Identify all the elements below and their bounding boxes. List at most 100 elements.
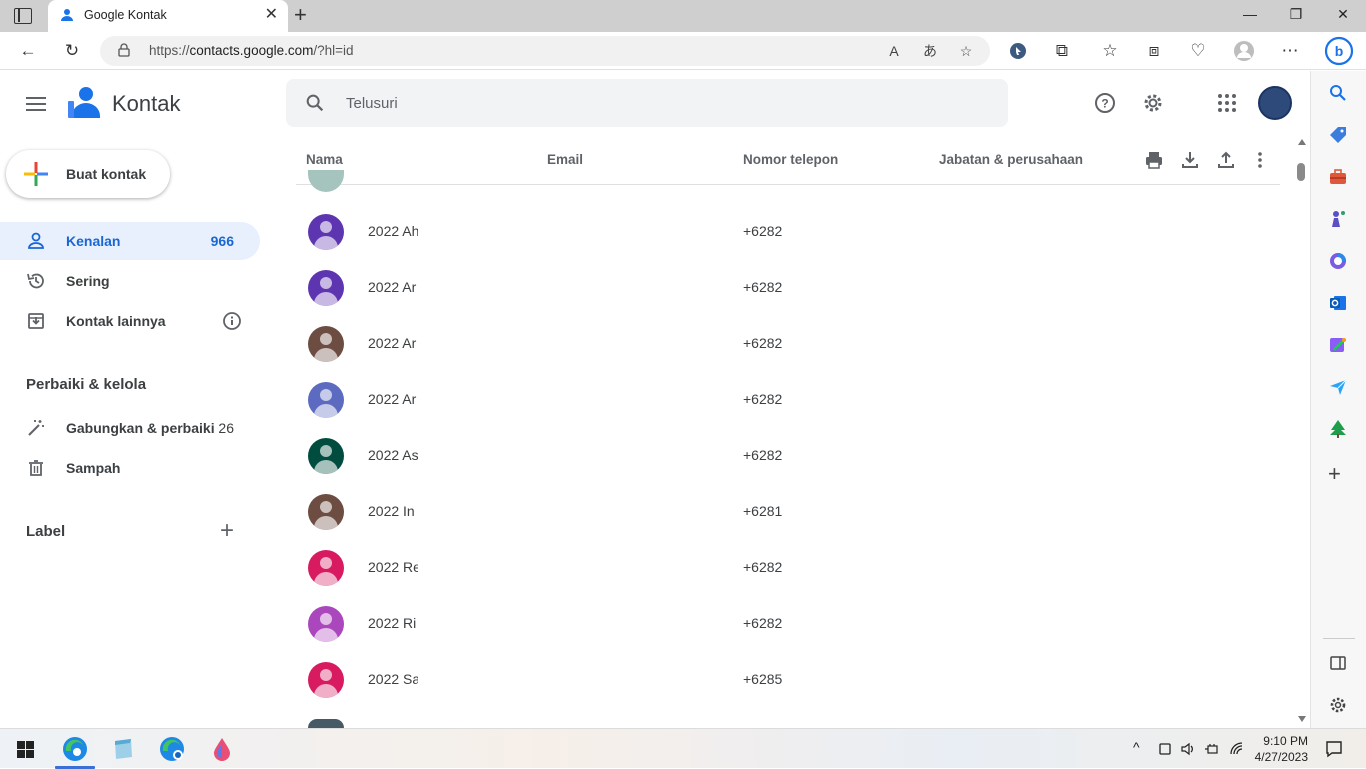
create-contact-button[interactable]: Buat kontak [6,150,170,198]
collections-icon[interactable]: ⧈ [1142,39,1166,63]
archive-icon [28,313,44,329]
sidebar-settings-icon[interactable] [1328,695,1348,715]
tray-overflow-icon[interactable]: ^ [1133,739,1140,755]
edge-browser-icon[interactable] [61,735,89,763]
hide-sidebar-icon[interactable] [1328,653,1348,673]
add-sidebar-app-icon[interactable]: + [1328,461,1341,487]
import-upload-icon[interactable] [1215,149,1237,171]
volume-icon[interactable] [1180,741,1196,757]
shopping-tag-icon[interactable] [1328,125,1348,145]
refresh-icon[interactable]: ↻ [60,39,84,63]
sidebar-item-sampah[interactable]: Sampah [0,449,260,487]
back-icon[interactable]: ← [16,39,40,63]
games-chess-icon[interactable] [1328,209,1348,229]
tab-actions-icon[interactable] [14,8,32,24]
contact-row[interactable]: 2022 Ri +6282 [296,596,1280,652]
more-menu-icon[interactable]: ⋯ [1278,39,1302,63]
outlook-icon[interactable] [1328,293,1348,313]
contact-phone: +6282 [743,615,783,631]
main-menu-icon[interactable] [26,97,46,111]
search-box[interactable] [286,79,1008,127]
more-vert-icon[interactable] [1249,149,1271,171]
sidebar-item-gabungkan[interactable]: Gabungkan & perbaiki 26 [0,409,260,447]
contact-row[interactable]: 2022 In +6281 [296,484,1280,540]
wifi-icon[interactable] [1229,741,1245,757]
contact-row[interactable]: 2022 As +6282 [296,428,1280,484]
restore-button[interactable]: ❐ [1286,6,1306,23]
scroll-thumb[interactable] [1297,163,1305,181]
svg-text:b: b [1335,43,1344,59]
translate-icon[interactable]: あ [920,41,940,61]
extensions-puzzle-icon[interactable]: ⧉ [1050,39,1074,63]
apps-grid-icon[interactable] [1215,91,1239,115]
account-avatar[interactable] [1258,86,1292,120]
scroll-up-arrow-icon[interactable] [1298,139,1306,145]
scroll-down-arrow-icon[interactable] [1298,716,1306,722]
contact-row[interactable]: 2022 Sa +6285 [296,652,1280,708]
search-icon[interactable] [1328,83,1348,103]
edge-profile-icon[interactable] [158,735,186,763]
contact-avatar [308,662,344,698]
tab-close-icon[interactable]: ✕ [265,6,278,24]
add-label-icon[interactable]: + [220,517,234,545]
send-plane-icon[interactable] [1328,377,1348,397]
profile-icon[interactable] [1232,39,1256,63]
designer-icon[interactable] [1328,335,1348,355]
person-icon [28,232,44,249]
microsoft-365-icon[interactable] [1328,251,1348,271]
page-scrollbar[interactable] [1294,71,1310,728]
notepad-icon[interactable] [109,735,137,763]
new-tab-button[interactable]: + [294,4,307,26]
contact-avatar [308,326,344,362]
contact-row[interactable]: 2022 Ar +6282 [296,372,1280,428]
contact-avatar [308,494,344,530]
column-header-phone[interactable]: Nomor telepon [743,152,838,167]
contact-name: 2022 In [368,503,415,519]
sidebar-item-kontak-lainnya[interactable]: Kontak lainnya [0,302,260,340]
paint-drop-icon[interactable] [208,735,236,763]
contact-row[interactable]: 2022 Ar +6282 [296,260,1280,316]
tools-briefcase-icon[interactable] [1328,167,1348,187]
minimize-button[interactable]: — [1240,6,1260,22]
extension-cursor-icon[interactable] [1006,39,1030,63]
tree-icon[interactable] [1328,419,1348,439]
clock[interactable]: 9:10 PM 4/27/2023 [1252,733,1308,765]
add-favorite-icon[interactable]: ☆ [956,41,976,61]
browser-essentials-icon[interactable]: ♡ [1186,39,1210,63]
windows-taskbar: ^ 9:10 PM 4/27/2023 [0,728,1366,769]
contact-phone: +6282 [743,391,783,407]
contact-row[interactable]: 2022 Ar +6282 [296,316,1280,372]
column-header-email[interactable]: Email [547,152,583,167]
contact-avatar [308,270,344,306]
notifications-icon[interactable] [1324,739,1344,759]
export-download-icon[interactable] [1179,149,1201,171]
read-aloud-icon[interactable]: A [884,41,904,61]
plus-icon [24,162,48,186]
info-icon[interactable] [222,311,242,331]
trash-icon [29,460,43,476]
favorites-icon[interactable]: ☆ [1098,39,1122,63]
battery-saver-icon[interactable] [1157,741,1173,757]
contact-row[interactable]: 2022 Ah +6282 [296,204,1280,260]
print-icon[interactable] [1143,149,1165,171]
settings-gear-icon[interactable] [1141,91,1165,115]
close-window-button[interactable]: ✕ [1333,6,1353,23]
help-icon[interactable]: ? [1093,91,1117,115]
column-header-job[interactable]: Jabatan & perusahaan [939,152,1083,167]
column-header-name[interactable]: Nama [306,152,343,167]
contact-row[interactable]: 2022 Re +6282 [296,540,1280,596]
bing-chat-icon[interactable]: b [1324,36,1354,66]
create-contact-label: Buat kontak [66,166,147,182]
search-input[interactable] [346,91,986,115]
sidebar-item-kenalan[interactable]: Kenalan 966 [0,222,260,260]
sidebar-item-sering[interactable]: Sering [0,262,260,300]
address-bar[interactable]: https://contacts.google.com/?hl=id A あ ☆ [100,36,990,66]
browser-tab[interactable]: Google Kontak ✕ [48,0,288,32]
sidebar-item-label: Kenalan [66,233,121,249]
windows-start-icon[interactable] [12,735,40,763]
browser-toolbar: ← ↻ https://contacts.google.com/?hl=id A… [0,32,1366,70]
contact-avatar [308,214,344,250]
power-plug-icon[interactable] [1204,741,1220,757]
partial-row-avatar [308,719,344,728]
contacts-app: Kontak ? Buat kontak Kenalan 966 Sering … [0,71,1310,728]
